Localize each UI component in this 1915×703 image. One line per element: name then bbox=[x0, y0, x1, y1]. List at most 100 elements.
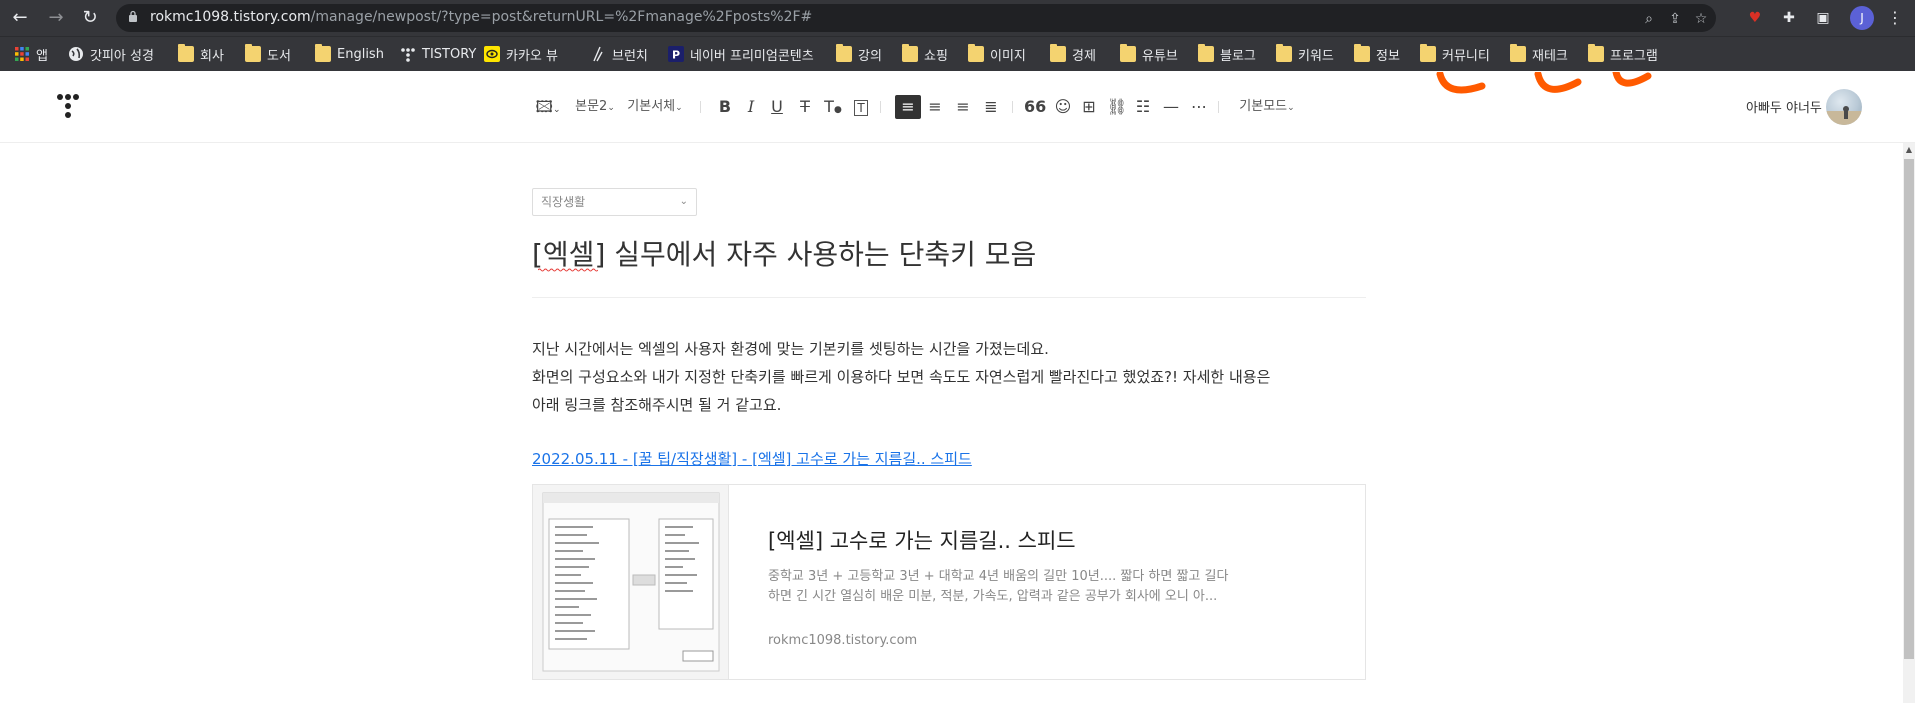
editor-mode-label: 기본모드 bbox=[1239, 99, 1288, 114]
post-title-input[interactable]: [엑셀] 실무에서 자주 사용하는 단축키 모음 bbox=[532, 233, 1036, 273]
horizontal-rule-icon[interactable]: — bbox=[1160, 95, 1182, 119]
align-left-icon[interactable]: ≡ bbox=[895, 95, 921, 119]
more-icon[interactable]: ⋯ bbox=[1188, 95, 1210, 119]
share-icon[interactable]: ⇪ bbox=[1666, 10, 1684, 28]
bookmark-folder-community[interactable]: 커뮤니티 bbox=[1420, 44, 1490, 64]
italic-icon[interactable]: I bbox=[740, 95, 762, 119]
bookmark-folder-books[interactable]: 도서 bbox=[245, 44, 291, 64]
address-bar[interactable]: rokmc1098.tistory.com/manage/newpost/?ty… bbox=[116, 4, 1716, 32]
bookmark-label: 재테크 bbox=[1532, 48, 1568, 64]
bookmark-star-icon[interactable]: ☆ bbox=[1692, 10, 1710, 28]
toolbar-divider bbox=[700, 101, 701, 113]
bookmark-naver-premium[interactable]: P 네이버 프리미엄콘텐츠 bbox=[668, 44, 814, 64]
title-divider bbox=[532, 297, 1366, 298]
bookmark-brunch[interactable]: 브런치 bbox=[590, 44, 648, 64]
extension-red-icon[interactable]: ♥ bbox=[1744, 7, 1766, 29]
scroll-up-arrow-icon[interactable]: ▲ bbox=[1903, 143, 1915, 157]
folder-icon bbox=[1588, 44, 1604, 62]
align-center-icon[interactable]: ≡ bbox=[924, 95, 946, 119]
bookmark-folder-lecture[interactable]: 강의 bbox=[836, 44, 882, 64]
toolbar-divider bbox=[1218, 101, 1219, 113]
body-paragraph-1[interactable]: 지난 시간에서는 엑셀의 사용자 환경에 맞는 기본키를 셋팅하는 시간을 가졌… bbox=[532, 335, 1049, 363]
bookmark-folder-keyword[interactable]: 키워드 bbox=[1276, 44, 1334, 64]
browser-toolbar: ← → ↻ rokmc1098.tistory.com/manage/newpo… bbox=[0, 0, 1915, 36]
bookmark-label: 도서 bbox=[267, 48, 291, 64]
folder-icon bbox=[968, 44, 984, 62]
font-dropdown[interactable]: 기본서체⌄ bbox=[626, 95, 684, 119]
category-label: 직장생활 bbox=[541, 195, 586, 209]
align-justify-icon[interactable]: ≣ bbox=[980, 95, 1002, 119]
folder-icon bbox=[178, 44, 194, 62]
bookmark-label: 프로그램 bbox=[1610, 48, 1658, 64]
strikethrough-icon[interactable]: T bbox=[794, 95, 816, 119]
bookmark-folder-investing[interactable]: 재테크 bbox=[1510, 44, 1568, 64]
quote-icon[interactable]: 66 bbox=[1024, 95, 1046, 119]
bullet-list-icon[interactable]: ☷ bbox=[1132, 95, 1154, 119]
table-icon[interactable]: ⊞ bbox=[1078, 95, 1100, 119]
back-arrow-icon[interactable]: ← bbox=[8, 6, 32, 30]
folder-icon bbox=[1276, 44, 1292, 62]
orange-annotation-mark bbox=[1436, 72, 1486, 94]
body-paragraph-2[interactable]: 화면의 구성요소와 내가 지정한 단축키를 빠르게 이용하다 보면 속도도 자연… bbox=[532, 363, 1270, 391]
naver-premium-icon: P bbox=[668, 46, 684, 62]
folder-icon bbox=[1050, 44, 1066, 62]
tistory-icon bbox=[401, 48, 415, 62]
bookmark-label: English bbox=[337, 46, 384, 62]
editor-mode-dropdown[interactable]: 기본모드⌄ bbox=[1236, 95, 1298, 119]
bookmark-tistory[interactable]: TISTORY bbox=[400, 44, 476, 64]
link-icon[interactable]: ⛓ bbox=[1106, 95, 1128, 119]
globe-icon bbox=[69, 47, 83, 61]
bookmark-folder-youtube[interactable]: 유튜브 bbox=[1120, 44, 1178, 64]
underline-icon[interactable]: U bbox=[766, 95, 788, 119]
kakao-view-icon bbox=[484, 46, 500, 62]
align-right-icon[interactable]: ≡ bbox=[952, 95, 974, 119]
side-panel-icon[interactable]: ▣ bbox=[1812, 7, 1834, 29]
font-label: 기본서체 bbox=[627, 99, 676, 114]
text-background-icon[interactable]: T bbox=[850, 95, 872, 119]
svg-text:P: P bbox=[672, 49, 680, 62]
bookmark-kakao-view[interactable]: 카카오 뷰 bbox=[484, 44, 558, 64]
profile-avatar[interactable]: J bbox=[1850, 6, 1874, 30]
bookmark-folder-info[interactable]: 정보 bbox=[1354, 44, 1400, 64]
insert-image-icon[interactable]: 🖾⌄ bbox=[534, 95, 562, 119]
bookmark-label: 회사 bbox=[200, 48, 224, 64]
extensions-puzzle-icon[interactable]: ✚ bbox=[1778, 7, 1800, 29]
bookmark-apps[interactable]: 앱 bbox=[14, 44, 48, 64]
paragraph-style-label: 본문2 bbox=[575, 99, 608, 114]
browser-menu-icon[interactable]: ⋮ bbox=[1885, 6, 1905, 30]
forward-arrow-icon[interactable]: → bbox=[44, 6, 68, 30]
page-scrollbar[interactable]: ▲ bbox=[1903, 143, 1915, 703]
category-dropdown[interactable]: 직장생활 ⌄ bbox=[532, 188, 697, 216]
text-color-icon[interactable]: T● bbox=[822, 95, 844, 119]
bookmark-godpia[interactable]: 갓피아 성경 bbox=[68, 44, 154, 64]
folder-icon bbox=[1198, 44, 1214, 62]
bookmark-folder-economy[interactable]: 경제 bbox=[1050, 44, 1096, 64]
related-post-link[interactable]: 2022.05.11 - [꿀 팁/직장생활] - [엑셀] 고수로 가는 지름… bbox=[532, 448, 972, 469]
scrollbar-thumb[interactable] bbox=[1904, 159, 1914, 659]
zoom-icon[interactable]: ⌕ bbox=[1640, 10, 1658, 28]
user-name[interactable]: 아빠두 야너두 bbox=[1746, 97, 1822, 116]
preview-title: [엑셀] 고수로 가는 지름길.. 스피드 bbox=[768, 529, 1076, 553]
emoji-icon[interactable]: ☺ bbox=[1052, 95, 1074, 119]
paragraph-style-dropdown[interactable]: 본문2⌄ bbox=[574, 95, 616, 119]
tistory-logo-icon[interactable] bbox=[56, 93, 80, 123]
link-preview-card[interactable]: [엑셀] 고수로 가는 지름길.. 스피드 중학교 3년 + 고등학교 3년 +… bbox=[532, 484, 1366, 680]
body-paragraph-3[interactable]: 아래 링크를 참조해주시면 될 거 같고요. bbox=[532, 391, 781, 419]
folder-icon bbox=[1354, 44, 1370, 62]
reload-icon[interactable]: ↻ bbox=[78, 6, 102, 30]
bookmark-folder-images[interactable]: 이미지 bbox=[968, 44, 1026, 64]
bookmarks-bar: 앱 갓피아 성경 회사 도서 English TISTORY 카카오 뷰 브런치… bbox=[0, 36, 1915, 71]
bookmark-folder-blog[interactable]: 블로그 bbox=[1198, 44, 1256, 64]
folder-icon bbox=[1120, 44, 1136, 62]
url-text: rokmc1098.tistory.com/manage/newpost/?ty… bbox=[150, 9, 813, 25]
toolbar-divider bbox=[1012, 101, 1013, 113]
bookmark-folder-company[interactable]: 회사 bbox=[178, 44, 224, 64]
bookmark-label: 강의 bbox=[858, 48, 882, 64]
bookmark-label: 정보 bbox=[1376, 48, 1400, 64]
user-avatar[interactable] bbox=[1826, 89, 1862, 125]
bookmark-folder-english[interactable]: English bbox=[315, 44, 384, 64]
bold-icon[interactable]: B bbox=[714, 95, 736, 119]
bookmark-folder-programs[interactable]: 프로그램 bbox=[1588, 44, 1658, 64]
bookmark-label: 카카오 뷰 bbox=[506, 48, 558, 64]
bookmark-folder-shopping[interactable]: 쇼핑 bbox=[902, 44, 948, 64]
